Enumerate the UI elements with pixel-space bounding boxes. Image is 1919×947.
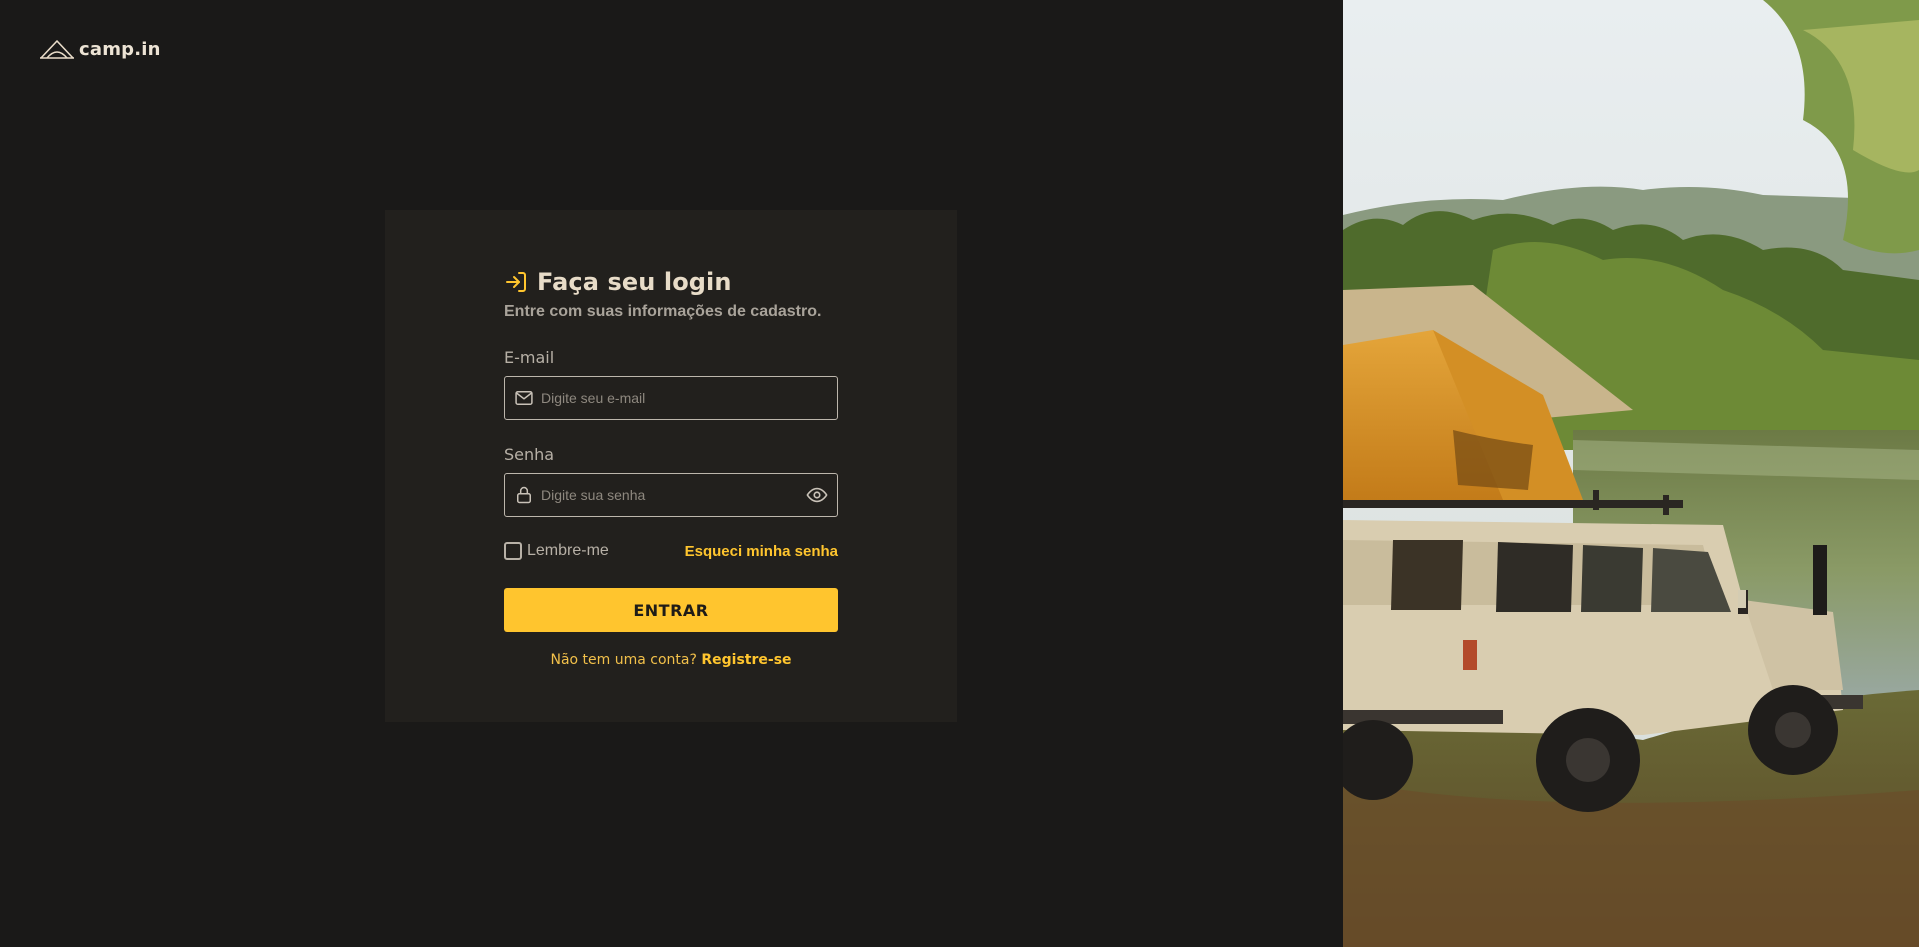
login-form: Faça seu login Entre com suas informaçõe…: [504, 266, 838, 668]
email-label: E-mail: [504, 348, 555, 367]
left-pane: camp.in Faça seu login Entre com suas in…: [0, 0, 1343, 947]
brand-name: camp.in: [79, 38, 161, 60]
submit-button[interactable]: ENTRAR: [504, 588, 838, 632]
forgot-password-link[interactable]: Esqueci minha senha: [685, 543, 838, 560]
login-card: Faça seu login Entre com suas informaçõe…: [385, 210, 957, 722]
login-page: camp.in Faça seu login Entre com suas in…: [0, 0, 1919, 947]
register-row: Não tem uma conta? Registre-se: [504, 652, 838, 668]
email-input-wrapper: [504, 376, 838, 420]
hero-illustration: [1343, 0, 1919, 947]
remember-checkbox[interactable]: [504, 542, 522, 560]
login-arrow-icon: [504, 270, 528, 294]
hero-image: [1343, 0, 1919, 947]
options-row: Lembre-me Esqueci minha senha: [504, 540, 838, 562]
register-link[interactable]: Registre-se: [701, 652, 791, 668]
page-title: Faça seu login: [537, 268, 732, 296]
register-prompt: Não tem uma conta?: [550, 652, 697, 668]
password-input[interactable]: [541, 487, 799, 503]
title-row: Faça seu login: [504, 266, 838, 298]
password-label: Senha: [504, 445, 555, 464]
lock-icon: [514, 485, 534, 505]
page-subtitle: Entre com suas informações de cadastro.: [504, 303, 822, 320]
tent-logo-icon: [39, 38, 75, 60]
email-input[interactable]: [541, 390, 828, 406]
eye-icon[interactable]: [806, 484, 828, 506]
mail-icon: [514, 388, 534, 408]
password-input-wrapper: [504, 473, 838, 517]
remember-me[interactable]: Lembre-me: [504, 542, 609, 560]
remember-label: Lembre-me: [527, 542, 609, 559]
brand-logo[interactable]: camp.in: [39, 38, 161, 60]
